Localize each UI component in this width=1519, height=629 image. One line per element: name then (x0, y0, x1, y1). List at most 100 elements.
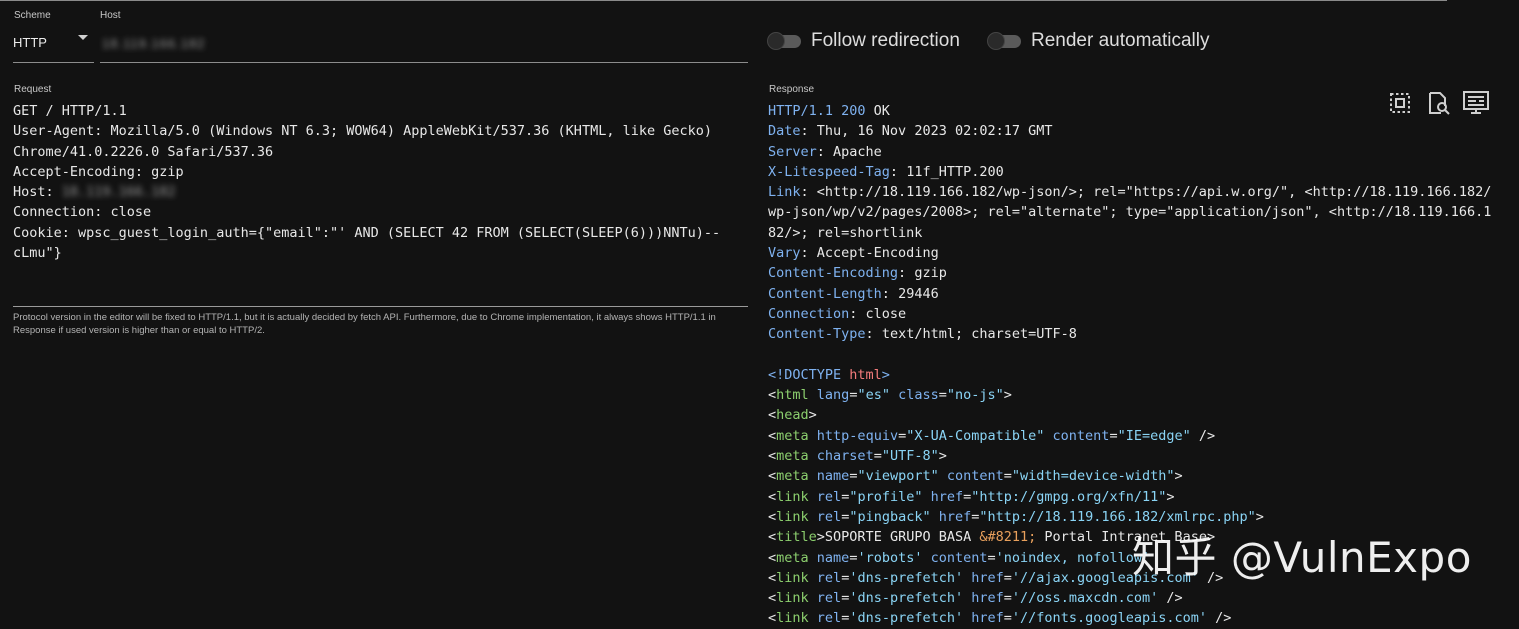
attr-value: '//oss.maxcdn.com' (1011, 590, 1159, 607)
request-line: Cookie: wpsc_guest_login_auth={"email":"… (13, 224, 721, 241)
attr-name: rel (816, 590, 842, 607)
attr-name: content (930, 549, 988, 566)
header-key: Server (768, 143, 817, 160)
attr-name: name (816, 549, 850, 566)
attr-value: 'robots' (857, 549, 923, 566)
header-key: Content-Length (768, 285, 882, 302)
header-value: Apache (833, 143, 882, 160)
attr-value: 'dns-prefetch' (849, 590, 964, 607)
attr-name: charset (816, 448, 874, 465)
host-header-value: 18.119.166.182 (61, 184, 176, 201)
tag-name: link (776, 569, 809, 586)
request-line: Accept-Encoding: gzip (13, 163, 184, 180)
header-key: Content-Type (768, 326, 866, 343)
attr-value: "viewport" (857, 468, 939, 485)
toggle-track (987, 31, 1021, 50)
request-line: User-Agent: Mozilla/5.0 (Windows NT 6.3;… (13, 123, 712, 140)
tag-name: meta (776, 448, 809, 465)
header-key: Link (768, 184, 801, 201)
attr-value: "http://18.119.166.182/xmlrpc.php" (979, 508, 1256, 525)
tag-name: link (776, 590, 809, 607)
doctype-name: html (849, 366, 882, 383)
host-header-key: Host: (13, 184, 62, 201)
protocol-note: Protocol version in the editor will be f… (13, 312, 716, 336)
tag-name: meta (776, 468, 809, 485)
tag-name: link (776, 610, 809, 627)
attr-value: "profile" (849, 488, 923, 505)
chevron-down-icon (78, 35, 88, 40)
toggle-thumb (767, 31, 785, 50)
attr-value: "X-UA-Compatible" (906, 427, 1045, 444)
scheme-value: HTTP (13, 35, 47, 50)
attr-value: "pingback" (849, 508, 931, 525)
attr-name: class (898, 387, 939, 404)
status-text: OK (865, 103, 890, 119)
header-value: Thu, 16 Nov 2023 02:02:17 GMT (816, 123, 1053, 140)
watermark: 知乎 @VulnExpo (1132, 533, 1472, 582)
toggle-track (767, 31, 801, 50)
attr-value: "IE=edge" (1117, 427, 1191, 444)
attr-value: "es" (857, 387, 890, 404)
header-key: Vary (768, 245, 801, 262)
request-line: cLmu"} (13, 245, 62, 262)
attr-name: href (971, 590, 1004, 607)
header-value: 11f_HTTP.200 (906, 163, 1004, 180)
header-key: Date (768, 123, 801, 140)
doctype-close: > (881, 366, 890, 383)
tag-name: link (776, 508, 809, 525)
header-value: gzip (914, 265, 947, 282)
top-divider (0, 0, 1447, 1)
host-value: 18.119.166.182 (102, 36, 206, 51)
attr-name: href (938, 508, 972, 525)
attr-name: content (946, 468, 1004, 485)
header-key: Connection (768, 305, 850, 322)
tag-name: head (776, 407, 809, 424)
attr-value: "http://gmpg.org/xfn/11" (971, 488, 1167, 505)
title-text: SOPORTE GRUPO BASA (824, 529, 980, 546)
attr-name: href (930, 488, 964, 505)
header-value: 29446 (898, 285, 939, 302)
request-editor[interactable]: GET / HTTP/1.1 User-Agent: Mozilla/5.0 (… (13, 101, 748, 263)
attr-name: rel (816, 569, 842, 586)
header-value: close (865, 305, 907, 322)
attr-name: rel (816, 488, 842, 505)
attr-value: "UTF-8" (881, 448, 939, 465)
scheme-label: Scheme (14, 10, 51, 21)
render-automatically-toggle[interactable]: Render automatically (987, 30, 1209, 52)
attr-value: "no-js" (946, 387, 1004, 404)
header-key: Content-Encoding (768, 265, 899, 282)
toggle-thumb (987, 31, 1005, 50)
attr-name: name (816, 468, 850, 485)
attr-name: content (1052, 427, 1110, 444)
attr-name: rel (816, 508, 842, 525)
tag-name: html (776, 387, 809, 404)
request-line: Connection: close (13, 204, 152, 221)
tag-name: meta (776, 427, 809, 444)
host-input[interactable]: 18.119.166.182 (100, 28, 748, 63)
attr-name: href (971, 610, 1004, 627)
follow-redirection-label: Follow redirection (811, 30, 960, 51)
attr-value: '//fonts.googleapis.com' (1011, 610, 1207, 627)
request-label: Request (14, 84, 52, 95)
follow-redirection-toggle[interactable]: Follow redirection (767, 30, 960, 52)
host-label: Host (100, 10, 121, 21)
attr-value: 'noindex, nofollow' (995, 549, 1151, 566)
header-value: text/html; charset=UTF-8 (881, 326, 1077, 343)
status-protocol: HTTP/1.1 200 (768, 103, 866, 119)
attr-name: rel (816, 610, 842, 627)
tag-name: link (776, 488, 809, 505)
header-value: Accept-Encoding (816, 245, 939, 262)
request-line: GET / HTTP/1.1 (13, 103, 127, 119)
doctype-open: <!DOCTYPE (768, 366, 850, 383)
tag-name: meta (776, 549, 809, 566)
request-divider (13, 306, 748, 307)
header-key: X-Litespeed-Tag (768, 163, 890, 180)
attr-value: "width=device-width" (1011, 468, 1175, 485)
attr-name: href (971, 569, 1004, 586)
scheme-select[interactable]: HTTP (13, 28, 94, 63)
tag-name: title (776, 529, 817, 546)
request-line: Chrome/41.0.2226.0 Safari/537.36 (13, 143, 274, 160)
attr-value: 'dns-prefetch' (849, 569, 964, 586)
html-entity: &#8211; (979, 529, 1037, 546)
response-label: Response (769, 84, 815, 95)
